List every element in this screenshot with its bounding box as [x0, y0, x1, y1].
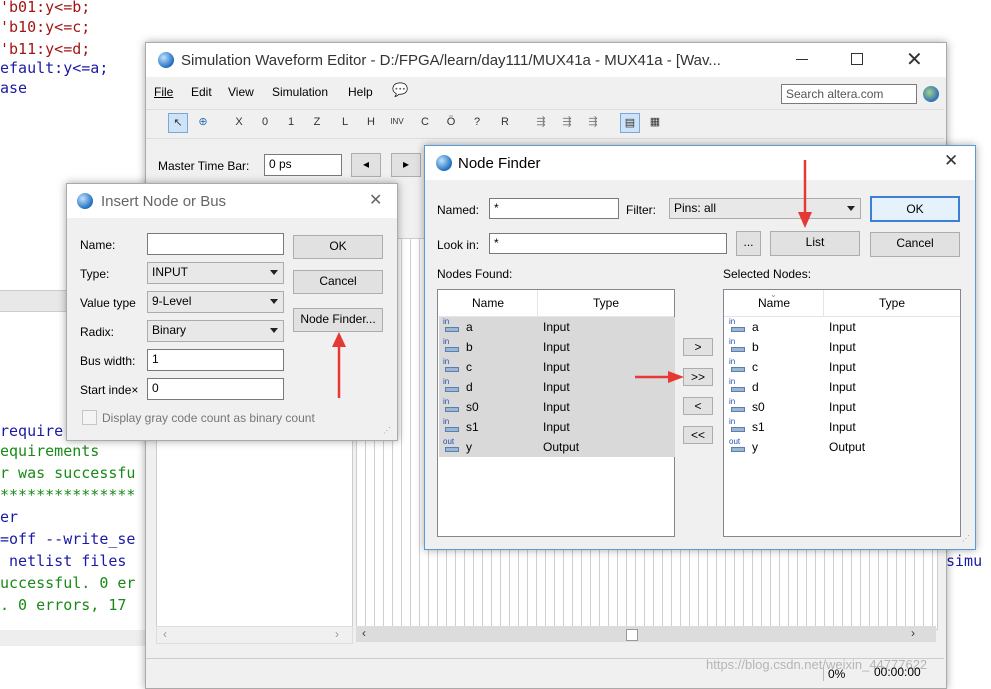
annotation-arrows	[332, 160, 812, 398]
red-arrow-right	[635, 371, 684, 383]
red-arrow-down	[798, 160, 812, 228]
red-arrow-up	[332, 332, 346, 398]
